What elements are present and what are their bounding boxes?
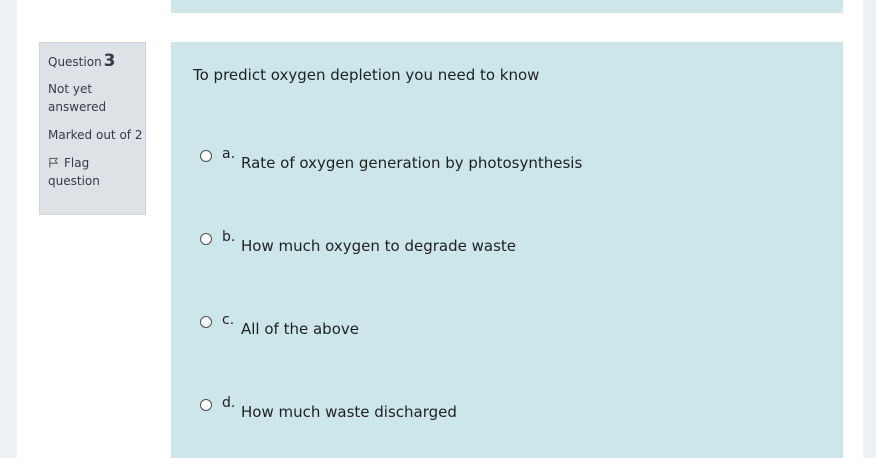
option-letter: a. [222,146,236,162]
option-text: Rate of oxygen generation by photosynthe… [241,154,583,172]
question-number-value: 3 [103,51,116,71]
radio-button[interactable] [200,316,212,328]
question-text: To predict oxygen depletion you need to … [193,66,540,84]
flag-question-link[interactable]: Flag question [48,154,138,190]
question-number: Question 3 [48,51,145,72]
option-text: How much oxygen to degrade waste [241,237,516,255]
flag-icon [49,157,59,168]
option-letter: d. [222,395,236,411]
answer-option-c[interactable]: c. All of the above [200,312,760,342]
question-grade: Marked out of 2 [48,128,143,142]
question-label: Question [48,55,102,69]
question-state: Not yet answered [48,82,107,114]
previous-question-content [171,0,843,13]
answer-option-a[interactable]: a. Rate of oxygen generation by photosyn… [200,146,760,176]
radio-button[interactable] [200,399,212,411]
option-text: How much waste discharged [241,403,457,421]
radio-button[interactable] [200,150,212,162]
question-content: To predict oxygen depletion you need to … [171,42,843,458]
answer-option-b[interactable]: b. How much oxygen to degrade waste [200,229,760,259]
option-text: All of the above [241,320,359,338]
option-letter: c. [222,312,235,328]
option-letter: b. [222,229,236,245]
question-info-panel: Question 3 Not yet answered Marked out of… [39,42,146,215]
radio-button[interactable] [200,233,212,245]
answer-option-d[interactable]: d. How much waste discharged [200,395,760,425]
